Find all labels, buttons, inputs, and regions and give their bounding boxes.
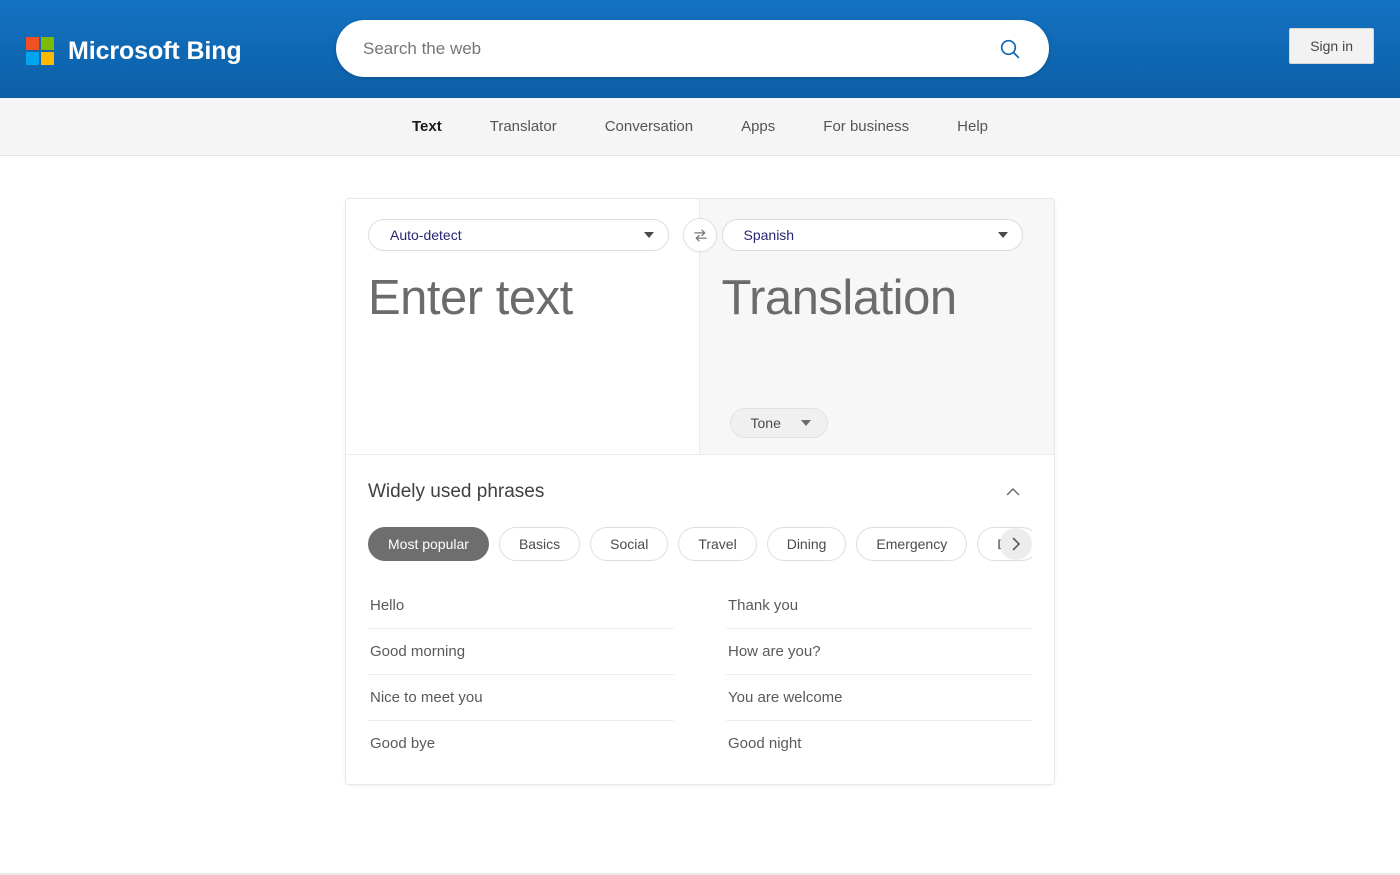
list-item[interactable]: You are welcome: [726, 675, 1032, 721]
site-header: Microsoft Bing Sign in: [0, 0, 1400, 98]
chevron-down-icon: [800, 420, 811, 426]
chip-most-popular[interactable]: Most popular: [368, 527, 489, 561]
tab-translator[interactable]: Translator: [466, 98, 581, 156]
sign-in-button[interactable]: Sign in: [1289, 28, 1374, 64]
target-language-label: Spanish: [743, 227, 795, 243]
tab-help[interactable]: Help: [933, 98, 1012, 156]
chip-basics[interactable]: Basics: [498, 527, 581, 561]
list-item[interactable]: Good morning: [368, 629, 674, 675]
tone-label: Tone: [750, 415, 781, 431]
search-box[interactable]: [336, 20, 1049, 77]
phrase-grid: Hello Good morning Nice to meet you Good…: [368, 583, 1032, 758]
chevron-up-icon[interactable]: [998, 477, 1028, 507]
main-navigation: Text Translator Conversation Apps For bu…: [0, 98, 1400, 156]
target-pane: Spanish Translation Tone: [699, 199, 1054, 454]
chip-travel[interactable]: Travel: [678, 527, 757, 561]
list-item[interactable]: Hello: [368, 583, 674, 629]
source-text-input[interactable]: Enter text: [368, 272, 677, 324]
chevron-down-icon: [644, 232, 654, 238]
source-language-label: Auto-detect: [390, 227, 462, 243]
chip-social[interactable]: Social: [590, 527, 669, 561]
target-language-select[interactable]: Spanish: [721, 219, 1023, 251]
chevron-down-icon: [997, 232, 1008, 238]
search-input[interactable]: [363, 38, 993, 59]
list-item[interactable]: How are you?: [726, 629, 1032, 675]
translate-area: Auto-detect Enter text Spanish Translati…: [346, 199, 1054, 454]
phrase-column-right: Thank you How are you? You are welcome G…: [726, 583, 1032, 758]
list-item[interactable]: Thank you: [726, 583, 1032, 629]
source-pane: Auto-detect Enter text: [346, 199, 700, 454]
tab-text[interactable]: Text: [388, 98, 466, 156]
chevron-right-icon[interactable]: [1000, 528, 1032, 560]
list-item[interactable]: Nice to meet you: [368, 675, 674, 721]
phrase-category-chips: Most popular Basics Social Travel Dining…: [368, 527, 1032, 561]
tab-for-business[interactable]: For business: [799, 98, 933, 156]
list-item[interactable]: Good night: [726, 721, 1032, 758]
chip-dining[interactable]: Dining: [766, 527, 847, 561]
tab-conversation[interactable]: Conversation: [581, 98, 717, 156]
chip-emergency[interactable]: Emergency: [856, 527, 968, 561]
widely-used-phrases-section: Widely used phrases Most popular Basics …: [346, 454, 1054, 784]
translation-output: Translation: [721, 271, 958, 325]
search-icon[interactable]: [993, 32, 1027, 66]
phrase-column-left: Hello Good morning Nice to meet you Good…: [368, 583, 674, 758]
phrases-title: Widely used phrases: [368, 481, 545, 502]
microsoft-logo-icon: [26, 37, 54, 65]
page-body: Auto-detect Enter text Spanish Translati…: [0, 156, 1400, 873]
bing-brand-logo[interactable]: Microsoft Bing: [26, 0, 242, 98]
swap-languages-button[interactable]: [683, 218, 717, 252]
translator-card: Auto-detect Enter text Spanish Translati…: [345, 198, 1055, 785]
phrases-header: Widely used phrases: [368, 477, 1032, 507]
brand-name-label: Microsoft Bing: [68, 36, 242, 65]
search-bar[interactable]: [336, 20, 1049, 77]
source-language-select[interactable]: Auto-detect: [368, 219, 669, 251]
list-item[interactable]: Good bye: [368, 721, 674, 758]
tone-dropdown[interactable]: Tone: [729, 408, 828, 438]
tab-apps[interactable]: Apps: [717, 98, 799, 156]
